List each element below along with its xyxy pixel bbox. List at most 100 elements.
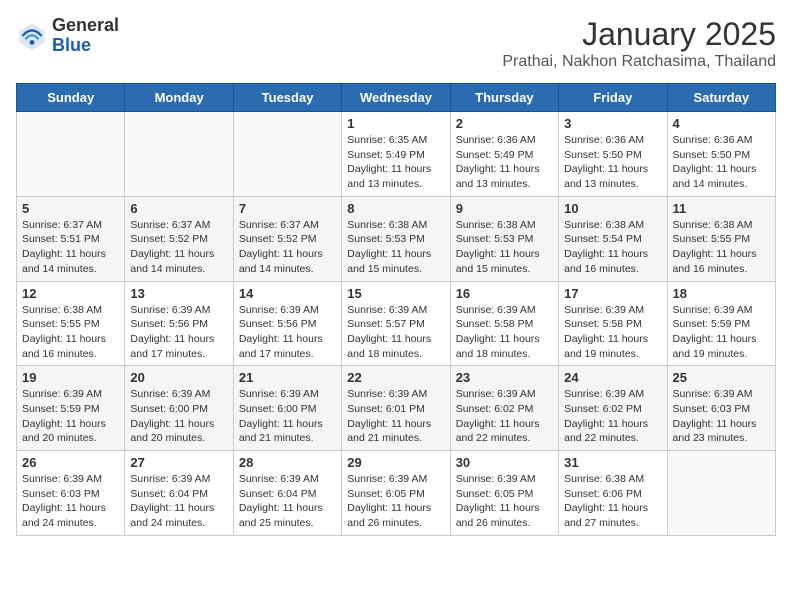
day-info: Sunrise: 6:36 AMSunset: 5:50 PMDaylight:… [673, 133, 770, 192]
calendar-cell [233, 112, 341, 197]
calendar-cell: 2 Sunrise: 6:36 AMSunset: 5:49 PMDaylight… [450, 112, 558, 197]
day-info: Sunrise: 6:37 AMSunset: 5:52 PMDaylight:… [239, 218, 336, 277]
calendar-cell [667, 451, 775, 536]
day-number: 25 [673, 370, 770, 385]
day-number: 2 [456, 116, 553, 131]
calendar-cell: 7Sunrise: 6:37 AMSunset: 5:52 PMDaylight… [233, 196, 341, 281]
day-info: Sunrise: 6:39 AMSunset: 5:56 PMDaylight:… [239, 303, 336, 362]
day-number: 22 [347, 370, 444, 385]
day-info: Sunrise: 6:39 AMSunset: 6:00 PMDaylight:… [239, 387, 336, 446]
day-number: 16 [456, 286, 553, 301]
calendar-table: SundayMondayTuesdayWednesdayThursdayFrid… [16, 83, 776, 536]
calendar-week-row: 19Sunrise: 6:39 AMSunset: 5:59 PMDayligh… [17, 366, 776, 451]
day-info: Sunrise: 6:39 AMSunset: 5:57 PMDaylight:… [347, 303, 444, 362]
calendar-cell: 23 Sunrise: 6:39 AMSunset: 6:02 PMDayligh… [450, 366, 558, 451]
day-number: 4 [673, 116, 770, 131]
calendar-week-row: 1 Sunrise: 6:35 AMSunset: 5:49 PMDaylight… [17, 112, 776, 197]
day-info: Sunrise: 6:37 AMSunset: 5:52 PMDaylight:… [130, 218, 227, 277]
day-number: 30 [456, 455, 553, 470]
calendar-cell: 15 Sunrise: 6:39 AMSunset: 5:57 PMDayligh… [342, 281, 450, 366]
calendar-cell: 14 Sunrise: 6:39 AMSunset: 5:56 PMDayligh… [233, 281, 341, 366]
calendar-cell: 1 Sunrise: 6:35 AMSunset: 5:49 PMDaylight… [342, 112, 450, 197]
page-header: GeneralBlue January 2025 Prathai, Nakhon… [16, 16, 776, 71]
day-of-week-header: Tuesday [233, 84, 341, 112]
day-info: Sunrise: 6:39 AMSunset: 5:58 PMDaylight:… [456, 303, 553, 362]
day-number: 9 [456, 201, 553, 216]
day-info: Sunrise: 6:39 AMSunset: 6:04 PMDaylight:… [130, 472, 227, 531]
day-info: Sunrise: 6:38 AMSunset: 6:06 PMDaylight:… [564, 472, 661, 531]
day-number: 29 [347, 455, 444, 470]
calendar-subtitle: Prathai, Nakhon Ratchasima, Thailand [502, 53, 776, 71]
calendar-week-row: 12 Sunrise: 6:38 AMSunset: 5:55 PMDayligh… [17, 281, 776, 366]
logo-text: GeneralBlue [52, 16, 119, 56]
calendar-cell: 26Sunrise: 6:39 AMSunset: 6:03 PMDayligh… [17, 451, 125, 536]
logo-general: General [52, 15, 119, 35]
day-info: Sunrise: 6:38 AMSunset: 5:55 PMDaylight:… [673, 218, 770, 277]
day-info: Sunrise: 6:38 AMSunset: 5:54 PMDaylight:… [564, 218, 661, 277]
calendar-week-row: 5Sunrise: 6:37 AMSunset: 5:51 PMDaylight… [17, 196, 776, 281]
calendar-cell: 6 Sunrise: 6:37 AMSunset: 5:52 PMDaylight… [125, 196, 233, 281]
day-info: Sunrise: 6:39 AMSunset: 6:02 PMDaylight:… [564, 387, 661, 446]
day-info: Sunrise: 6:35 AMSunset: 5:49 PMDaylight:… [347, 133, 444, 192]
day-number: 19 [22, 370, 119, 385]
day-of-week-header: Sunday [17, 84, 125, 112]
day-info: Sunrise: 6:39 AMSunset: 6:03 PMDaylight:… [673, 387, 770, 446]
calendar-cell: 27 Sunrise: 6:39 AMSunset: 6:04 PMDayligh… [125, 451, 233, 536]
calendar-cell: 16 Sunrise: 6:39 AMSunset: 5:58 PMDayligh… [450, 281, 558, 366]
calendar-cell: 9Sunrise: 6:38 AMSunset: 5:53 PMDaylight… [450, 196, 558, 281]
day-info: Sunrise: 6:39 AMSunset: 5:59 PMDaylight:… [673, 303, 770, 362]
day-number: 15 [347, 286, 444, 301]
day-number: 13 [130, 286, 227, 301]
day-info: Sunrise: 6:39 AMSunset: 6:05 PMDaylight:… [456, 472, 553, 531]
day-of-week-header: Saturday [667, 84, 775, 112]
calendar-cell: 4 Sunrise: 6:36 AMSunset: 5:50 PMDaylight… [667, 112, 775, 197]
day-info: Sunrise: 6:36 AMSunset: 5:49 PMDaylight:… [456, 133, 553, 192]
day-info: Sunrise: 6:38 AMSunset: 5:55 PMDaylight:… [22, 303, 119, 362]
day-number: 12 [22, 286, 119, 301]
calendar-cell [125, 112, 233, 197]
calendar-cell: 29 Sunrise: 6:39 AMSunset: 6:05 PMDayligh… [342, 451, 450, 536]
calendar-cell: 3Sunrise: 6:36 AMSunset: 5:50 PMDaylight… [559, 112, 667, 197]
day-number: 28 [239, 455, 336, 470]
calendar-cell: 10 Sunrise: 6:38 AMSunset: 5:54 PMDayligh… [559, 196, 667, 281]
day-number: 17 [564, 286, 661, 301]
day-number: 11 [673, 201, 770, 216]
day-number: 14 [239, 286, 336, 301]
title-block: January 2025 Prathai, Nakhon Ratchasima,… [502, 16, 776, 71]
day-info: Sunrise: 6:39 AMSunset: 5:58 PMDaylight:… [564, 303, 661, 362]
day-of-week-header: Thursday [450, 84, 558, 112]
day-number: 1 [347, 116, 444, 131]
calendar-cell: 19Sunrise: 6:39 AMSunset: 5:59 PMDayligh… [17, 366, 125, 451]
calendar-cell: 21Sunrise: 6:39 AMSunset: 6:00 PMDayligh… [233, 366, 341, 451]
day-number: 20 [130, 370, 227, 385]
calendar-cell: 5Sunrise: 6:37 AMSunset: 5:51 PMDaylight… [17, 196, 125, 281]
calendar-cell: 24 Sunrise: 6:39 AMSunset: 6:02 PMDayligh… [559, 366, 667, 451]
day-number: 18 [673, 286, 770, 301]
calendar-week-row: 26Sunrise: 6:39 AMSunset: 6:03 PMDayligh… [17, 451, 776, 536]
day-number: 6 [130, 201, 227, 216]
day-of-week-header: Friday [559, 84, 667, 112]
day-number: 3 [564, 116, 661, 131]
calendar-cell: 30 Sunrise: 6:39 AMSunset: 6:05 PMDayligh… [450, 451, 558, 536]
day-number: 24 [564, 370, 661, 385]
calendar-cell: 22 Sunrise: 6:39 AMSunset: 6:01 PMDayligh… [342, 366, 450, 451]
day-info: Sunrise: 6:38 AMSunset: 5:53 PMDaylight:… [347, 218, 444, 277]
day-number: 8 [347, 201, 444, 216]
calendar-header: SundayMondayTuesdayWednesdayThursdayFrid… [17, 84, 776, 112]
day-number: 31 [564, 455, 661, 470]
calendar-cell: 18 Sunrise: 6:39 AMSunset: 5:59 PMDayligh… [667, 281, 775, 366]
day-number: 27 [130, 455, 227, 470]
day-number: 23 [456, 370, 553, 385]
day-info: Sunrise: 6:39 AMSunset: 6:05 PMDaylight:… [347, 472, 444, 531]
day-info: Sunrise: 6:37 AMSunset: 5:51 PMDaylight:… [22, 218, 119, 277]
logo-blue: Blue [52, 35, 91, 55]
calendar-cell: 25 Sunrise: 6:39 AMSunset: 6:03 PMDayligh… [667, 366, 775, 451]
day-info: Sunrise: 6:39 AMSunset: 6:03 PMDaylight:… [22, 472, 119, 531]
calendar-cell: 28Sunrise: 6:39 AMSunset: 6:04 PMDayligh… [233, 451, 341, 536]
day-info: Sunrise: 6:39 AMSunset: 6:01 PMDaylight:… [347, 387, 444, 446]
calendar-cell: 20Sunrise: 6:39 AMSunset: 6:00 PMDayligh… [125, 366, 233, 451]
day-info: Sunrise: 6:39 AMSunset: 5:56 PMDaylight:… [130, 303, 227, 362]
day-info: Sunrise: 6:39 AMSunset: 6:02 PMDaylight:… [456, 387, 553, 446]
calendar-body: 1 Sunrise: 6:35 AMSunset: 5:49 PMDaylight… [17, 112, 776, 536]
day-number: 10 [564, 201, 661, 216]
